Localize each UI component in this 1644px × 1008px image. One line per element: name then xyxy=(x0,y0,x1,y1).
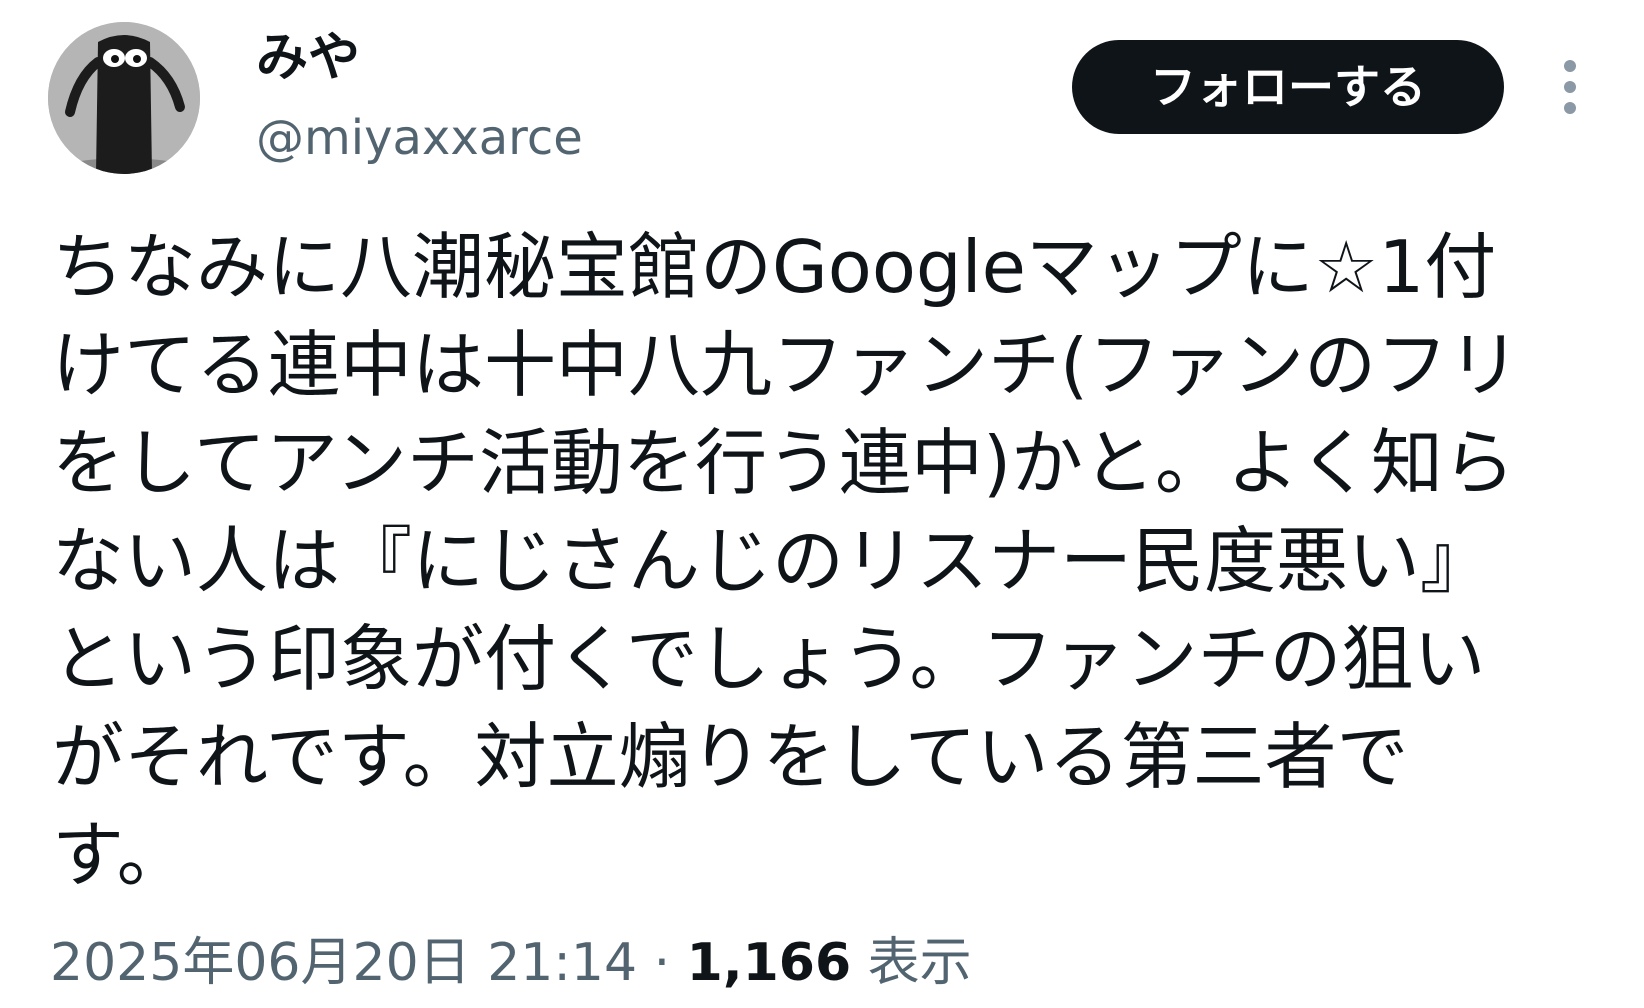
meta-separator: · xyxy=(653,933,671,993)
display-name[interactable]: みや xyxy=(256,26,360,90)
views-label: 表示 xyxy=(867,933,972,993)
tweet: みや @miyaxxarce フォローする ちなみに八潮秘宝館のGoogleマッ… xyxy=(0,0,1644,1008)
user-handle[interactable]: @miyaxxarce xyxy=(256,108,583,168)
follow-button[interactable]: フォローする xyxy=(1072,40,1504,134)
tweet-text: ちなみに八潮秘宝館のGoogleマップに☆1付 けてる連中は十中八九ファンチ(フ… xyxy=(52,225,1521,897)
avatar[interactable] xyxy=(48,22,200,174)
timestamp[interactable]: 2025年06月20日 21:14 xyxy=(50,933,637,993)
views-count: 1,166 xyxy=(686,933,852,993)
avatar-image xyxy=(48,22,200,174)
more-vertical-icon[interactable] xyxy=(1550,58,1590,116)
tweet-meta: 2025年06月20日 21:14 · 1,166 表示 xyxy=(50,928,972,998)
